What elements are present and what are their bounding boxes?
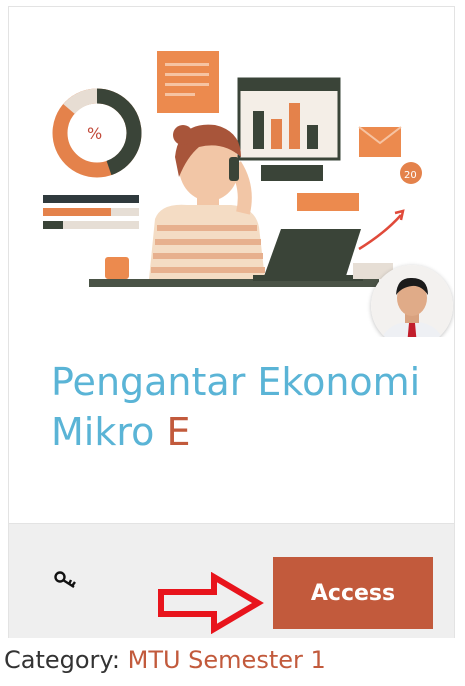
category-label: Category:	[4, 646, 120, 674]
access-button[interactable]: Access	[273, 557, 433, 629]
teacher-avatar	[371, 265, 453, 337]
course-title[interactable]: Pengantar Ekonomi Mikro E	[51, 357, 441, 457]
svg-text:%: %	[87, 124, 102, 143]
category-line: Category: MTU Semester 1	[4, 646, 326, 674]
course-image[interactable]: % 20	[9, 7, 454, 337]
card-footer: Access	[9, 523, 454, 638]
svg-text:20: 20	[404, 170, 417, 181]
right-arrow-icon	[158, 572, 264, 634]
course-card: % 20 Pengantar Ekonomi Mikro E Access	[8, 6, 455, 638]
course-title-suffix[interactable]: E	[166, 410, 190, 454]
key-icon	[54, 571, 76, 589]
category-link[interactable]: MTU Semester 1	[128, 646, 326, 674]
course-title-main[interactable]: Pengantar Ekonomi Mikro	[51, 360, 420, 454]
